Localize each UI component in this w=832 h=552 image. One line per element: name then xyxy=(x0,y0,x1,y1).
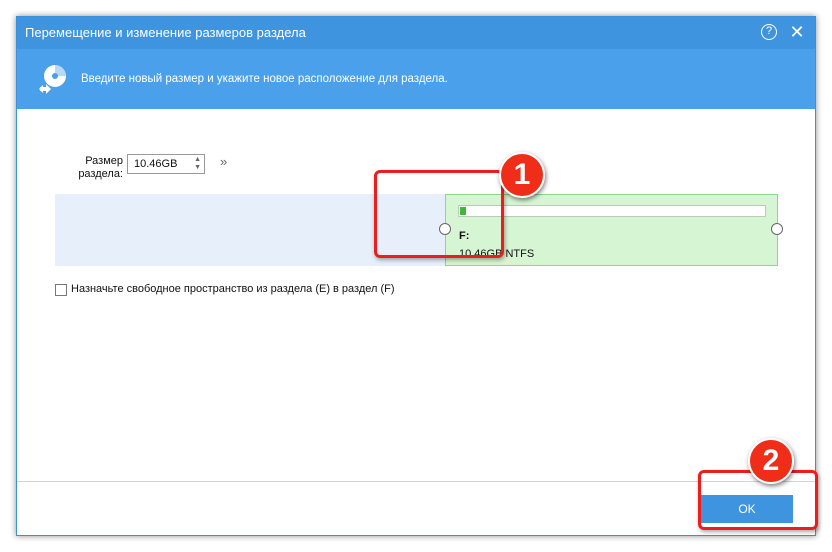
resize-partition-dialog: Перемещение и изменение размеров раздела… xyxy=(16,16,816,536)
partition-size-input[interactable]: 10.46GB ▲ ▼ xyxy=(127,154,205,174)
help-button[interactable]: ? xyxy=(761,24,777,40)
assign-free-space-label[interactable]: Назначьте свободное пространство из разд… xyxy=(71,283,395,295)
right-resize-handle[interactable] xyxy=(771,223,783,235)
partition-size-value[interactable]: 10.46GB xyxy=(134,158,177,170)
instruction-text: Введите новый размер и укажите новое рас… xyxy=(81,73,448,85)
spin-up-icon[interactable]: ▲ xyxy=(194,156,201,163)
annotation-number-1: 1 xyxy=(499,152,545,198)
annotation-number-2: 2 xyxy=(748,438,794,484)
footer-divider xyxy=(17,481,815,482)
assign-free-space-checkbox[interactable] xyxy=(55,284,67,296)
disk-resize-icon xyxy=(39,65,66,94)
size-label: Размер раздела: xyxy=(73,155,123,181)
expand-icon[interactable]: » xyxy=(220,154,227,169)
window-title: Перемещение и изменение размеров раздела xyxy=(25,25,306,40)
title-bar: Перемещение и изменение размеров раздела… xyxy=(17,17,815,49)
annotation-highlight-1 xyxy=(374,170,504,258)
spin-down-icon[interactable]: ▼ xyxy=(194,164,201,171)
size-label-line1: Размер xyxy=(85,155,123,167)
size-label-line2: раздела: xyxy=(78,168,123,180)
close-button[interactable]: ✕ xyxy=(787,21,807,43)
usage-bar xyxy=(458,205,766,217)
instruction-banner: Введите новый размер и укажите новое рас… xyxy=(17,49,815,109)
